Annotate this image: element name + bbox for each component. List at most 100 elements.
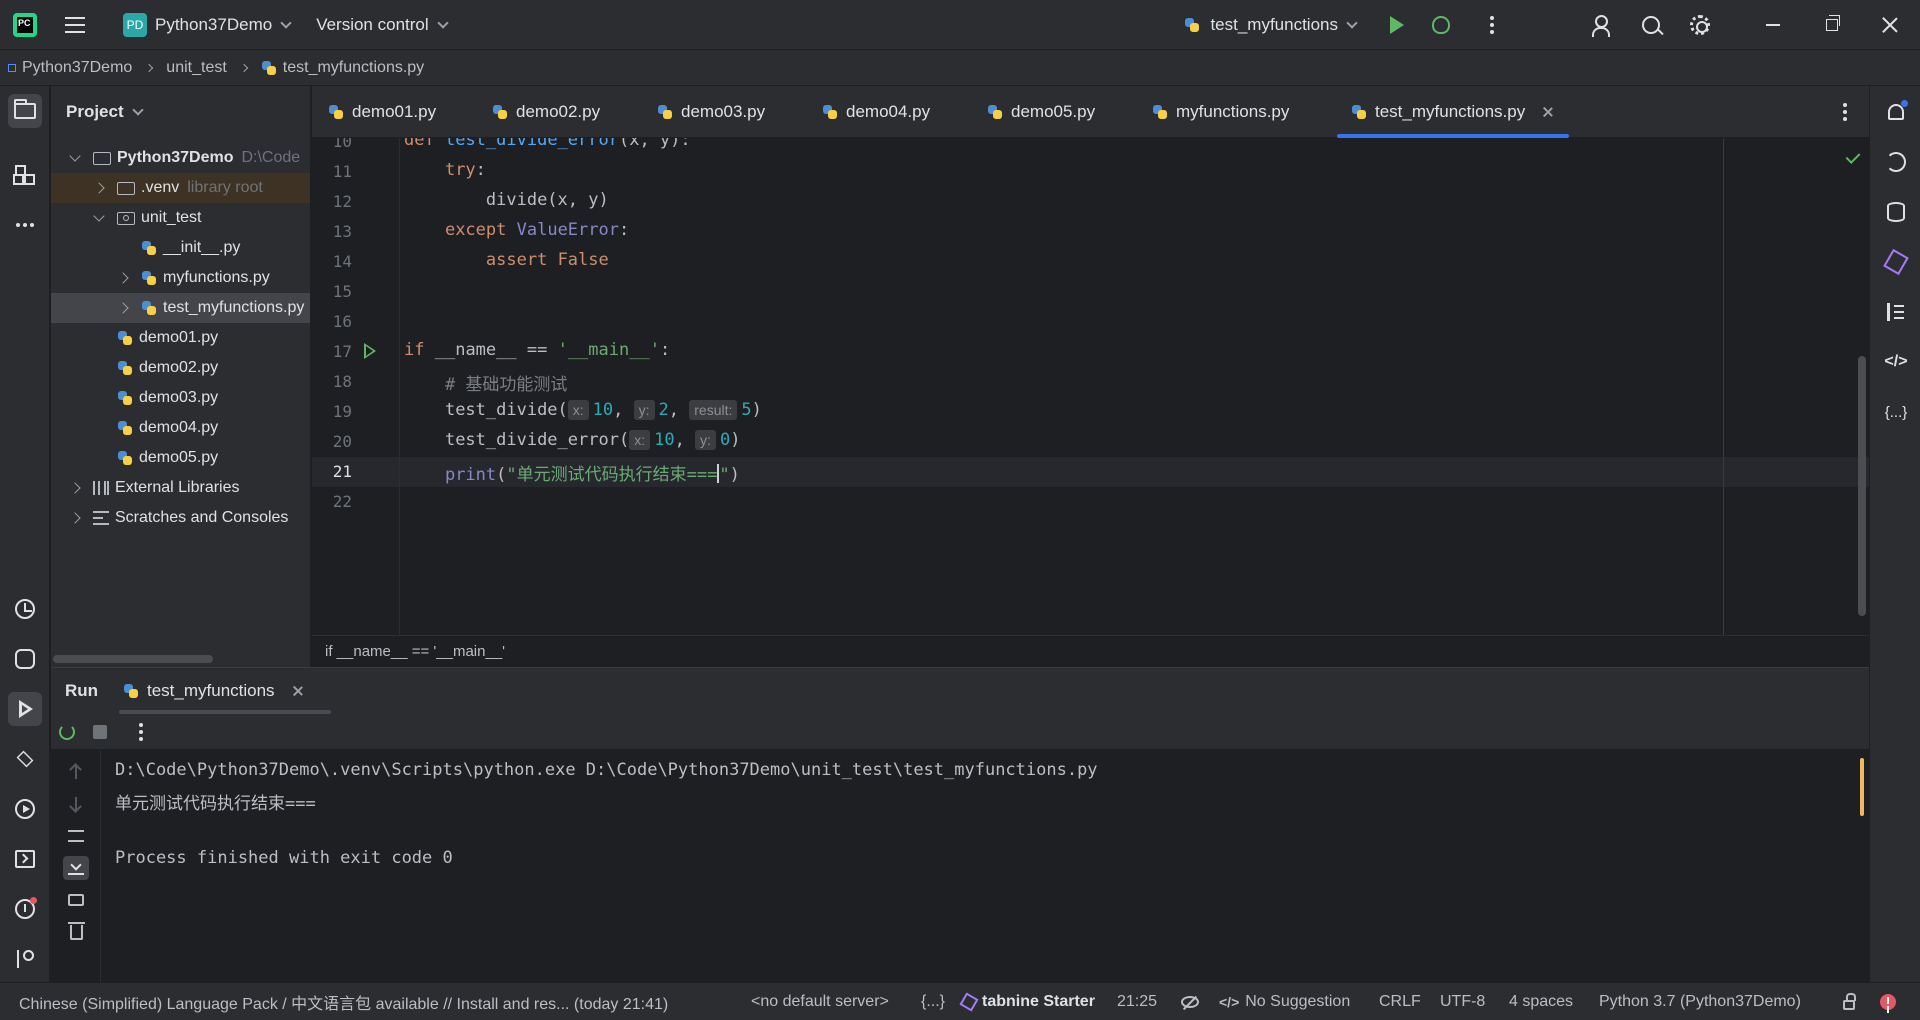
settings-gear-icon[interactable] [1690, 15, 1710, 35]
breadcrumb-project[interactable]: Python37Demo [22, 59, 132, 77]
down-stack-icon[interactable] [66, 794, 86, 814]
tree-item-project-root[interactable]: Python37Demo D:\Code [51, 143, 310, 173]
code-with-me-icon[interactable] [1592, 15, 1612, 37]
tree-item-test-myfunctions[interactable]: test_myfunctions.py [51, 293, 310, 323]
minimize-window-button[interactable] [1766, 24, 1780, 26]
run-button[interactable] [1390, 16, 1404, 34]
status-notification[interactable]: Chinese (Simplified) Language Pack / 中文语… [19, 983, 668, 1020]
encoding-widget[interactable]: UTF-8 [1440, 983, 1485, 1020]
problems-tool-button[interactable] [8, 892, 42, 926]
endpoints-button[interactable]: </> [1884, 350, 1908, 374]
run-more-icon[interactable] [139, 730, 143, 734]
python-console-button[interactable] [8, 642, 42, 676]
more-tools-button[interactable] [8, 208, 42, 242]
json-helper-button[interactable]: {...} [1884, 400, 1908, 424]
no-problems-check-icon[interactable] [1845, 149, 1861, 164]
interpreter-widget[interactable]: Python 3.7 (Python37Demo) [1599, 983, 1801, 1020]
layers-tool-button[interactable] [8, 742, 42, 776]
structure-right-button[interactable] [1884, 300, 1908, 324]
database-button[interactable] [1884, 200, 1908, 224]
project-horizontal-scrollbar[interactable] [53, 655, 213, 663]
editor-breadcrumb[interactable]: if __name__ == '__main__' [312, 635, 1869, 667]
tree-item-scratches[interactable]: Scratches and Consoles [51, 503, 310, 533]
close-window-button[interactable] [1882, 17, 1898, 33]
tree-item-demo03[interactable]: demo03.py [51, 383, 310, 413]
tree-item-venv[interactable]: .venv library root [51, 173, 310, 203]
tab-options-icon[interactable] [1843, 110, 1847, 114]
folder-icon [93, 151, 111, 165]
breadcrumb-file[interactable]: test_myfunctions.py [283, 59, 424, 77]
expand-arrow-icon[interactable] [93, 182, 105, 194]
read-only-toggle[interactable] [1843, 983, 1856, 1020]
services-tool-button[interactable] [8, 792, 42, 826]
scroll-to-end-button[interactable] [63, 856, 89, 880]
run-config-selector[interactable]: test_myfunctions [1184, 0, 1358, 50]
tree-item-init[interactable]: __init__.py [51, 233, 310, 263]
code-editor[interactable]: 10 11 12 13 14 15 16 17 18 19 20 21 22 d… [312, 138, 1869, 635]
collapse-arrow-icon[interactable] [69, 150, 81, 162]
close-tab-icon[interactable] [1543, 107, 1553, 117]
run-gutter-icon[interactable] [364, 343, 376, 359]
run-vertical-scrollbar[interactable] [1860, 758, 1864, 816]
caret-position[interactable]: 21:25 [1117, 983, 1157, 1020]
tab-myfunctions[interactable]: myfunctions.py [1152, 86, 1289, 138]
json-path-widget[interactable]: {...} [921, 983, 945, 1020]
more-actions-icon[interactable] [1490, 23, 1494, 27]
deployment-server-widget[interactable]: <no default server> [751, 983, 889, 1020]
tab-test-myfunctions[interactable]: test_myfunctions.py [1336, 86, 1570, 138]
search-everywhere-icon[interactable] [1642, 16, 1660, 34]
tree-item-demo05[interactable]: demo05.py [51, 443, 310, 473]
expand-arrow-icon[interactable] [117, 302, 129, 314]
restore-window-button[interactable] [1826, 15, 1840, 31]
tab-demo01[interactable]: demo01.py [328, 86, 436, 138]
git-tool-button[interactable] [8, 942, 42, 976]
tree-item-demo01[interactable]: demo01.py [51, 323, 310, 353]
tab-demo02[interactable]: demo02.py [492, 86, 600, 138]
project-tool-button[interactable] [8, 94, 42, 128]
tree-item-unit-test[interactable]: unit_test [51, 203, 310, 233]
tree-item-myfunctions[interactable]: myfunctions.py [51, 263, 310, 293]
tab-demo04[interactable]: demo04.py [822, 86, 930, 138]
debug-button[interactable] [1432, 16, 1450, 34]
python-packages-button[interactable] [8, 592, 42, 626]
project-selector[interactable]: Python37Demo [155, 0, 292, 50]
run-tool-button[interactable] [8, 692, 42, 726]
error-indicator[interactable] [1880, 983, 1896, 1020]
ai-assistant-button[interactable] [1884, 150, 1908, 174]
ai-suggestion-widget[interactable]: </> No Suggestion [1219, 983, 1350, 1020]
tree-item-demo04[interactable]: demo04.py [51, 413, 310, 443]
project-badge[interactable]: PD [123, 12, 147, 37]
terminal-tool-button[interactable] [8, 842, 42, 876]
editor-vertical-scrollbar[interactable] [1858, 356, 1866, 616]
structure-tool-button[interactable] [8, 158, 42, 192]
up-stack-icon[interactable] [66, 762, 86, 782]
notifications-button[interactable] [1884, 100, 1908, 124]
indent-widget[interactable]: 4 spaces [1509, 983, 1573, 1020]
expand-arrow-icon[interactable] [117, 272, 129, 284]
tree-item-demo02[interactable]: demo02.py [51, 353, 310, 383]
run-tab-test-myfunctions[interactable]: test_myfunctions [123, 668, 303, 714]
inspections-toggle[interactable] [1181, 983, 1199, 1020]
project-panel-header[interactable]: Project [51, 86, 310, 138]
close-tab-icon[interactable] [293, 686, 303, 696]
expand-arrow-icon[interactable] [69, 512, 81, 524]
version-control-menu[interactable]: Version control [316, 0, 449, 50]
tab-demo03[interactable]: demo03.py [657, 86, 765, 138]
line-separator-widget[interactable]: CRLF [1379, 983, 1421, 1020]
rerun-icon[interactable] [59, 724, 75, 740]
collapse-arrow-icon[interactable] [93, 210, 105, 222]
expand-arrow-icon[interactable] [69, 482, 81, 494]
tabnine-chat-button[interactable] [1883, 248, 1909, 276]
python-file-icon [328, 104, 344, 120]
stop-icon[interactable] [93, 725, 107, 739]
tree-item-external-libraries[interactable]: External Libraries [51, 473, 310, 503]
tab-label: demo02.py [516, 102, 601, 121]
clear-console-button[interactable] [66, 921, 86, 942]
breadcrumb-folder[interactable]: unit_test [166, 59, 226, 77]
main-menu-icon[interactable] [65, 16, 85, 33]
print-button[interactable] [66, 890, 86, 910]
chevron-down-icon [436, 16, 449, 29]
tab-demo05[interactable]: demo05.py [987, 86, 1095, 138]
tabnine-widget[interactable]: tabnine Starter [959, 983, 1095, 1020]
soft-wrap-button[interactable] [66, 826, 86, 846]
